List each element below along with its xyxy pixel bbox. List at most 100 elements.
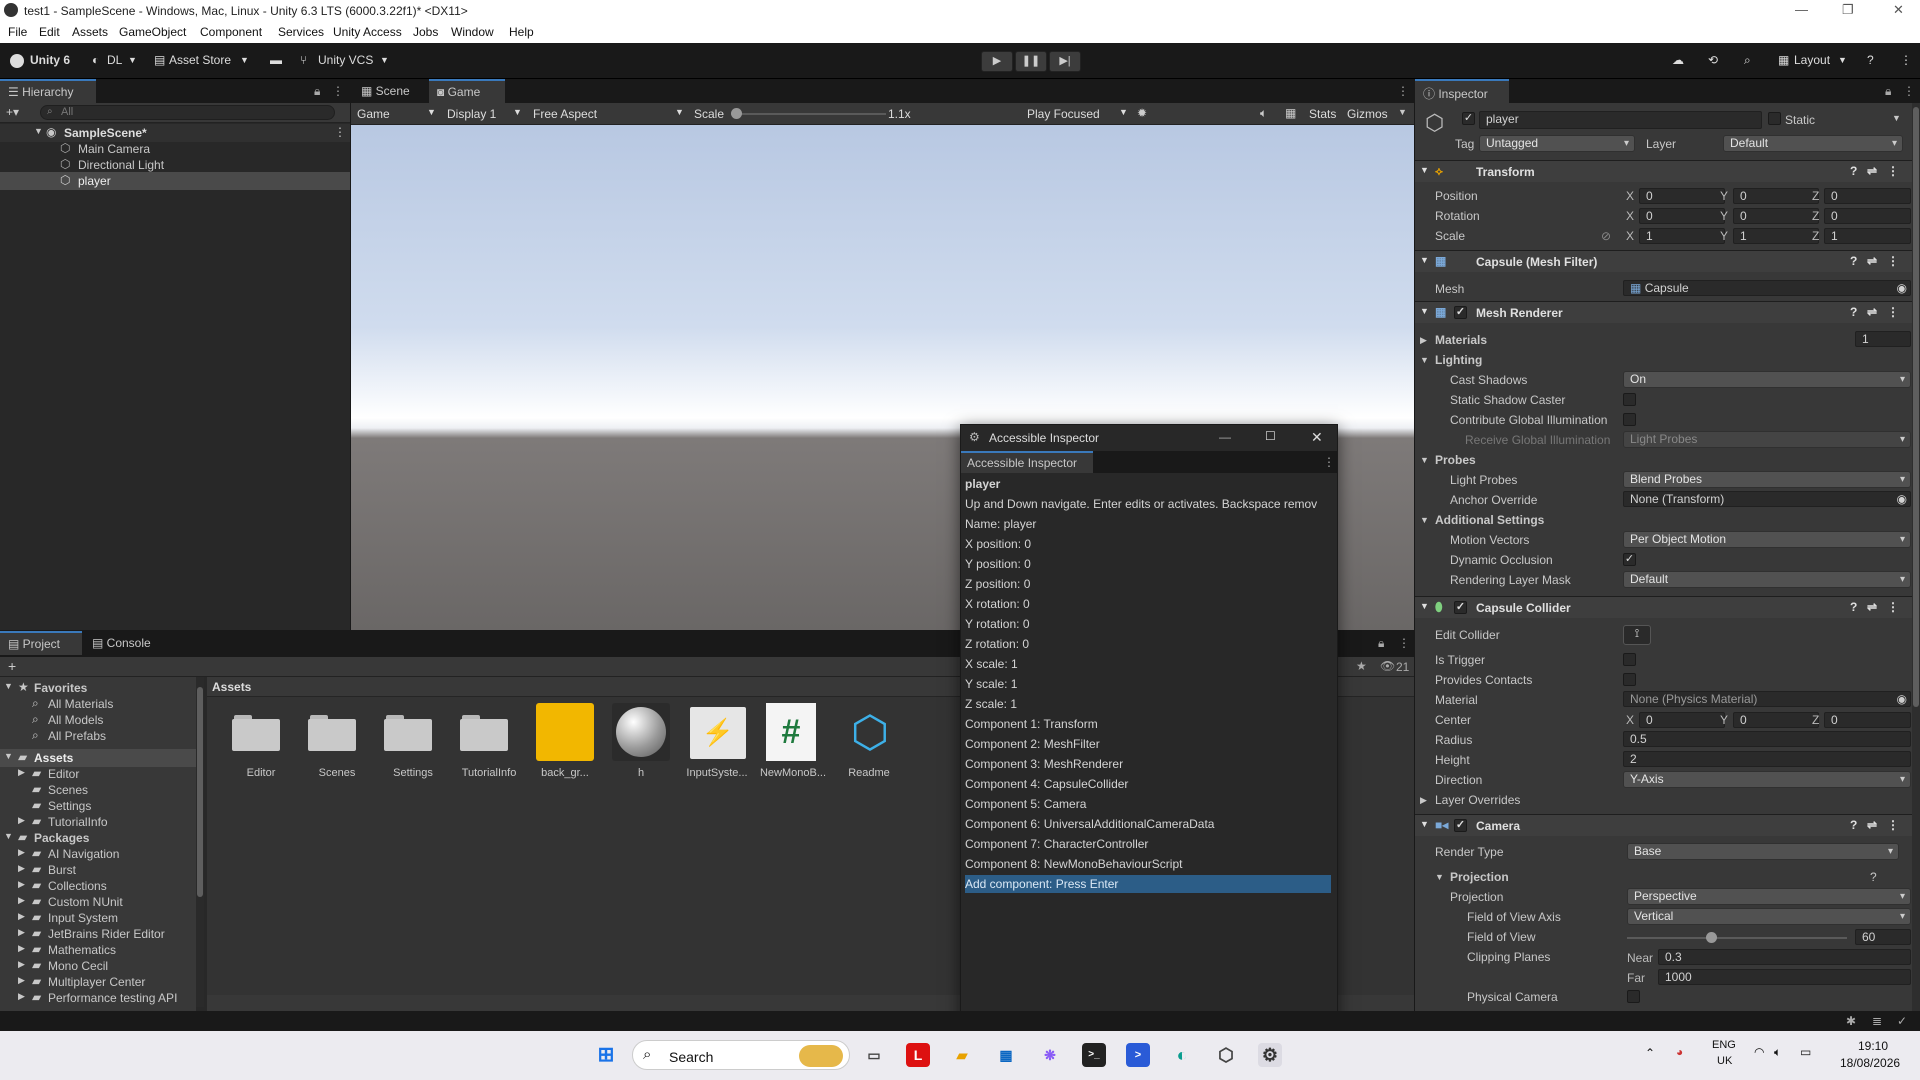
axis-z-field[interactable]: 0	[1824, 712, 1911, 728]
expand-arrow-icon[interactable]: ▶	[18, 815, 25, 826]
more-icon[interactable]: ⋮	[1887, 305, 1899, 319]
expand-arrow-icon[interactable]: ▼	[1435, 872, 1444, 882]
menu-services[interactable]: Services	[278, 25, 324, 39]
scrollbar-thumb[interactable]	[1913, 107, 1919, 707]
object-picker-icon[interactable]: ◉	[1897, 281, 1907, 295]
expand-arrow-icon[interactable]: ▶	[18, 911, 25, 922]
expand-arrow-icon[interactable]: ▶	[18, 895, 25, 906]
accessible-item[interactable]: X position: 0	[965, 535, 1331, 553]
help-icon[interactable]: ?	[1867, 53, 1874, 67]
step-button[interactable]: ▶|	[1049, 51, 1081, 72]
tab-game[interactable]: ◙ Game	[429, 79, 505, 103]
tab-inspector[interactable]: ⓘ Inspector	[1415, 79, 1509, 103]
taskbar-search[interactable]: ⌕ Search	[632, 1040, 850, 1070]
edit-collider-button[interactable]: ⟟	[1623, 625, 1651, 645]
axis-y-field[interactable]: 0	[1733, 188, 1819, 204]
battery-icon[interactable]: ▭	[1800, 1045, 1811, 1059]
scrollbar[interactable]	[1912, 103, 1920, 1011]
tab-project[interactable]: ▤ Project	[0, 631, 82, 655]
dynamic-occlusion-checkbox[interactable]: ✓	[1623, 553, 1636, 566]
more-icon[interactable]: ⋮	[1887, 600, 1899, 614]
accessible-item[interactable]: Y position: 0	[965, 555, 1331, 573]
axis-y-field[interactable]: 1	[1733, 228, 1819, 244]
accessible-item[interactable]: Component 6: UniversalAdditionalCameraDa…	[965, 815, 1331, 833]
expand-arrow-icon[interactable]: ▶	[18, 863, 25, 874]
expand-arrow-icon[interactable]: ▼	[1420, 455, 1429, 465]
asset-item[interactable]: ⬡ Readme	[824, 703, 904, 783]
accessible-item[interactable]: Component 2: MeshFilter	[965, 735, 1331, 753]
tab-accessible-inspector[interactable]: Accessible Inspector	[961, 451, 1093, 473]
asset-item[interactable]: # NewMonoB...	[748, 703, 828, 783]
more-icon[interactable]: ⋮	[1887, 164, 1899, 178]
asset-store-button[interactable]: Asset Store	[169, 53, 231, 67]
menu-unity-access[interactable]: Unity Access	[333, 25, 402, 39]
check-circle-icon[interactable]: ✓	[1897, 1014, 1907, 1028]
menu-window[interactable]: Window	[451, 25, 494, 39]
add-component-item[interactable]: Add component: Press Enter	[965, 875, 1331, 893]
menu-help[interactable]: Help	[509, 25, 534, 39]
help-icon[interactable]: ?	[1850, 254, 1857, 268]
asset-item[interactable]: Settings	[368, 703, 448, 783]
menu-gameobject[interactable]: GameObject	[119, 25, 186, 39]
layers-icon[interactable]: ≣	[1872, 1014, 1882, 1028]
accessible-item[interactable]: Y scale: 1	[965, 675, 1331, 693]
axis-x-field[interactable]: 0	[1639, 712, 1725, 728]
lock-icon[interactable]: 🔒︎	[314, 84, 320, 99]
game-mode-dropdown[interactable]: Game ▼	[353, 105, 439, 122]
more-icon[interactable]: ⋮	[1887, 254, 1899, 268]
account-button[interactable]: DL	[107, 53, 122, 67]
layer-dropdown[interactable]: Default	[1723, 135, 1903, 152]
material-field[interactable]: None (Physics Material) ◉	[1623, 691, 1911, 707]
more-icon[interactable]: ⋮	[332, 84, 344, 98]
static-checkbox[interactable]	[1768, 112, 1781, 125]
tree-item[interactable]: ⌕ All Prefabs	[0, 727, 196, 745]
unity-vcs-button[interactable]: Unity VCS	[318, 53, 373, 67]
axis-x-field[interactable]: 0	[1639, 208, 1725, 224]
maximize-icon[interactable]: ☐	[1265, 429, 1276, 443]
layout-dropdown[interactable]: Layout	[1794, 53, 1830, 67]
expand-arrow-icon[interactable]: ▼	[1420, 515, 1429, 525]
direction-dropdown[interactable]: Y-Axis	[1623, 771, 1911, 788]
materials-count-field[interactable]: 1	[1855, 331, 1911, 347]
accessible-item[interactable]: Component 4: CapsuleCollider	[965, 775, 1331, 793]
keyboard-layout-label[interactable]: UK	[1717, 1055, 1732, 1067]
menu-file[interactable]: File	[8, 25, 27, 39]
expand-arrow-icon[interactable]: ▶	[18, 943, 25, 954]
expand-arrow-icon[interactable]: ▼	[1420, 819, 1429, 829]
eye-icon[interactable]: 👁︎	[1380, 659, 1395, 673]
radius-field[interactable]: 0.5	[1623, 731, 1911, 747]
menu-assets[interactable]: Assets	[72, 25, 108, 39]
maximize-icon[interactable]: ❐	[1842, 2, 1854, 18]
axis-y-field[interactable]: 0	[1733, 208, 1819, 224]
expand-arrow-icon[interactable]: ▼	[1420, 255, 1429, 265]
display-dropdown[interactable]: Display 1 ▼	[443, 105, 527, 122]
search-icon[interactable]: ⌕	[1744, 53, 1751, 68]
hierarchy-item-selected[interactable]: ⬡ player	[0, 172, 350, 190]
accessible-item[interactable]: Component 7: CharacterController	[965, 835, 1331, 853]
axis-z-field[interactable]: 0	[1824, 188, 1911, 204]
help-icon[interactable]: ?	[1850, 818, 1857, 832]
history-icon[interactable]: ⟲	[1708, 53, 1718, 67]
more-icon[interactable]: ⋮	[1398, 636, 1410, 650]
more-icon[interactable]: ⋮	[1900, 53, 1912, 67]
tab-hierarchy[interactable]: ☰ Hierarchy	[0, 79, 96, 103]
unity-hub-icon[interactable]: ⬡	[1214, 1043, 1238, 1067]
copilot-icon[interactable]: ❋	[1038, 1043, 1062, 1067]
chevron-down-icon[interactable]: ▼	[1892, 113, 1901, 123]
fov-slider-knob[interactable]	[1705, 932, 1717, 943]
expand-arrow-icon[interactable]: ▼	[1420, 601, 1429, 611]
more-icon[interactable]: ⋮	[1887, 818, 1899, 832]
menu-jobs[interactable]: Jobs	[413, 25, 438, 39]
accessible-item[interactable]: X scale: 1	[965, 655, 1331, 673]
active-checkbox[interactable]: ✓	[1462, 112, 1475, 125]
powershell-icon[interactable]: >	[1126, 1043, 1150, 1067]
contribute-gi-checkbox[interactable]	[1623, 413, 1636, 426]
expand-arrow-icon[interactable]: ▶	[18, 991, 25, 1002]
archive-icon[interactable]: ▬	[270, 53, 282, 67]
axis-z-field[interactable]: 0	[1824, 208, 1911, 224]
rendering-layer-dropdown[interactable]: Default	[1623, 571, 1911, 588]
volume-icon[interactable]: 🔈︎	[1774, 1045, 1781, 1060]
object-name-field[interactable]: player	[1479, 111, 1762, 129]
expand-arrow-icon[interactable]: ▼	[34, 126, 43, 136]
help-icon[interactable]: ?	[1850, 305, 1857, 319]
